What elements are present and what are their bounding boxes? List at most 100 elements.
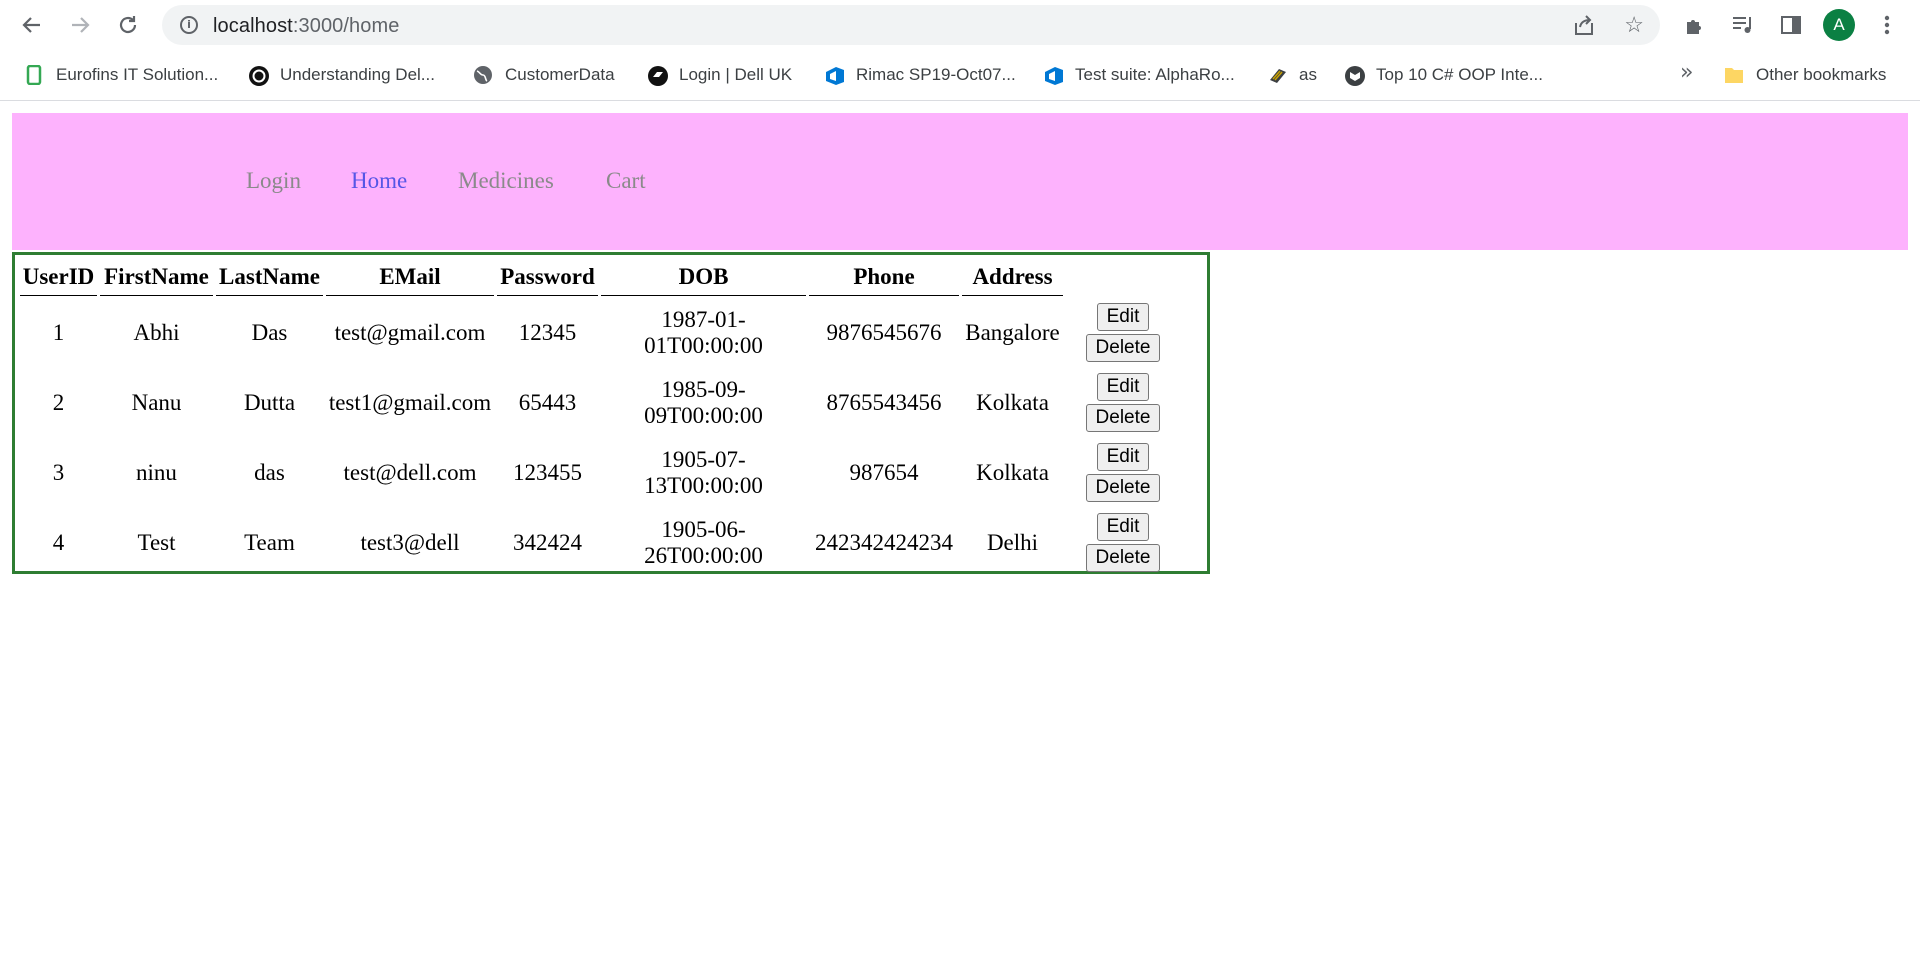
cell-firstname: Abhi — [133, 319, 180, 345]
cell-address: Bangalore — [965, 319, 1060, 345]
table-header-row: UserID FirstName LastName EMail Password… — [20, 259, 1180, 296]
header-dob: DOB — [601, 259, 806, 296]
bookmark-label: Login | Dell UK — [679, 65, 793, 84]
bookmark-label: Eurofins IT Solution... — [56, 65, 219, 84]
bookmark-label: Test suite: AlphaRo... — [1075, 65, 1235, 84]
address-bar[interactable]: i localhost:3000/home ☆ — [162, 5, 1660, 45]
header-address: Address — [962, 259, 1063, 296]
cell-address: Kolkata — [976, 459, 1049, 485]
cell-userid: 1 — [52, 319, 65, 345]
users-table-container: UserID FirstName LastName EMail Password… — [12, 252, 1210, 574]
cell-email: test@dell.com — [343, 459, 477, 485]
nav-cart-link[interactable]: Cart — [606, 168, 646, 194]
edit-button[interactable]: Edit — [1096, 373, 1150, 401]
nav-medicines-link[interactable]: Medicines — [458, 168, 554, 194]
cell-lastname: Das — [251, 319, 288, 345]
delete-button[interactable]: Delete — [1085, 474, 1161, 502]
delete-button[interactable]: Delete — [1085, 404, 1161, 432]
table-row: 2 Nanu Dutta test1@gmail.com 65443 1985-… — [20, 369, 1180, 436]
cell-password: 12345 — [518, 319, 577, 345]
cell-email: test1@gmail.com — [328, 389, 492, 415]
other-bookmarks-label: Other bookmarks — [1756, 65, 1887, 84]
cell-phone: 987654 — [849, 459, 919, 485]
cell-password: 342424 — [513, 529, 582, 555]
bookmark-rimac[interactable]: Rimac SP19-Oct07... — [824, 62, 1016, 88]
cell-firstname: Test — [137, 529, 176, 555]
cell-userid: 4 — [52, 529, 65, 555]
site-navbar: Login Home Medicines Cart — [12, 113, 1908, 250]
circle-logo-icon — [248, 65, 269, 86]
bookmark-understanding-del[interactable]: Understanding Del... — [248, 62, 435, 88]
profile-avatar[interactable]: A — [1823, 9, 1855, 41]
delete-button[interactable]: Delete — [1085, 544, 1161, 572]
table-row: 3 ninu das test@dell.com 123455 1905-07-… — [20, 439, 1180, 506]
dell-login-icon — [647, 65, 668, 86]
delete-button[interactable]: Delete — [1085, 334, 1161, 362]
header-firstname: FirstName — [100, 259, 213, 296]
edit-button[interactable]: Edit — [1096, 303, 1150, 331]
dob-date: 1987-01- — [661, 306, 746, 332]
url-text[interactable]: localhost:3000/home — [213, 15, 399, 38]
bookmark-customerdata[interactable]: CustomerData — [473, 62, 615, 88]
cell-dob: 1985-09- 09T00:00:00 — [601, 369, 806, 436]
browser-menu-icon[interactable] — [1871, 9, 1903, 41]
nav-login-link[interactable]: Login — [246, 168, 301, 194]
shield-logo-icon — [1344, 65, 1365, 86]
dob-time: 26T00:00:00 — [644, 542, 763, 568]
bookmark-test-suite[interactable]: Test suite: AlphaRo... — [1043, 62, 1235, 88]
url-host: localhost — [213, 15, 293, 37]
site-info-icon[interactable]: i — [180, 16, 198, 34]
table-row: 4 Test Team test3@dell 342424 1905-06- 26… — [20, 509, 1180, 576]
cell-firstname: ninu — [136, 459, 177, 485]
header-lastname: LastName — [216, 259, 323, 296]
cell-userid: 2 — [52, 389, 65, 415]
cell-password: 123455 — [513, 459, 582, 485]
side-panel-icon[interactable] — [1775, 9, 1807, 41]
cell-phone: 242342424234 — [815, 529, 953, 555]
bookmark-top10-csharp[interactable]: Top 10 C# OOP Inte... — [1344, 62, 1543, 88]
reload-icon[interactable] — [112, 9, 144, 41]
bookmarks-bar: Eurofins IT Solution... Understanding De… — [0, 50, 1920, 101]
forward-arrow-icon[interactable] — [64, 9, 96, 41]
bookmarks-more-button[interactable]: » — [1680, 60, 1693, 85]
users-table: UserID FirstName LastName EMail Password… — [17, 256, 1183, 579]
browser-toolbar: i localhost:3000/home ☆ A — [0, 0, 1920, 50]
cell-actions: Edit Delete — [1066, 369, 1180, 436]
bookmark-as[interactable]: as — [1267, 62, 1317, 88]
folder-icon — [1724, 65, 1744, 85]
cell-userid: 3 — [52, 459, 65, 485]
edit-button[interactable]: Edit — [1096, 513, 1150, 541]
url-path: :3000/home — [292, 15, 400, 37]
cell-address: Kolkata — [976, 389, 1049, 415]
bookmark-star-icon[interactable]: ☆ — [1624, 12, 1644, 38]
other-bookmarks[interactable]: Other bookmarks — [1724, 62, 1886, 88]
edit-button[interactable]: Edit — [1096, 443, 1150, 471]
cell-actions: Edit Delete — [1066, 509, 1180, 576]
cell-password: 65443 — [518, 389, 577, 415]
globe-icon — [473, 65, 493, 85]
dob-time: 13T00:00:00 — [644, 472, 763, 498]
cell-email: test@gmail.com — [334, 319, 486, 345]
header-actions — [1066, 259, 1180, 296]
cell-firstname: Nanu — [131, 389, 182, 415]
bookmark-label: as — [1299, 65, 1317, 84]
back-arrow-icon[interactable] — [16, 9, 48, 41]
cell-dob: 1987-01- 01T00:00:00 — [601, 299, 806, 366]
table-row: 1 Abhi Das test@gmail.com 12345 1987-01-… — [20, 299, 1180, 366]
dob-time: 01T00:00:00 — [644, 332, 763, 358]
azure-devops-icon — [1043, 65, 1063, 85]
bookmark-eurofins[interactable]: Eurofins IT Solution... — [24, 62, 218, 88]
cell-dob: 1905-07- 13T00:00:00 — [601, 439, 806, 506]
nav-home-link[interactable]: Home — [351, 168, 407, 194]
bookmark-label: Top 10 C# OOP Inte... — [1376, 65, 1543, 84]
bookmark-login-dell[interactable]: Login | Dell UK — [647, 62, 792, 88]
share-icon[interactable] — [1572, 14, 1596, 41]
header-email: EMail — [326, 259, 494, 296]
media-control-icon[interactable] — [1727, 9, 1759, 41]
extensions-puzzle-icon[interactable] — [1679, 9, 1711, 41]
dob-time: 09T00:00:00 — [644, 402, 763, 428]
azure-devops-icon — [824, 65, 844, 85]
cell-phone: 8765543456 — [826, 389, 942, 415]
bookmark-label: CustomerData — [505, 65, 615, 84]
dob-date: 1905-07- — [661, 446, 746, 472]
